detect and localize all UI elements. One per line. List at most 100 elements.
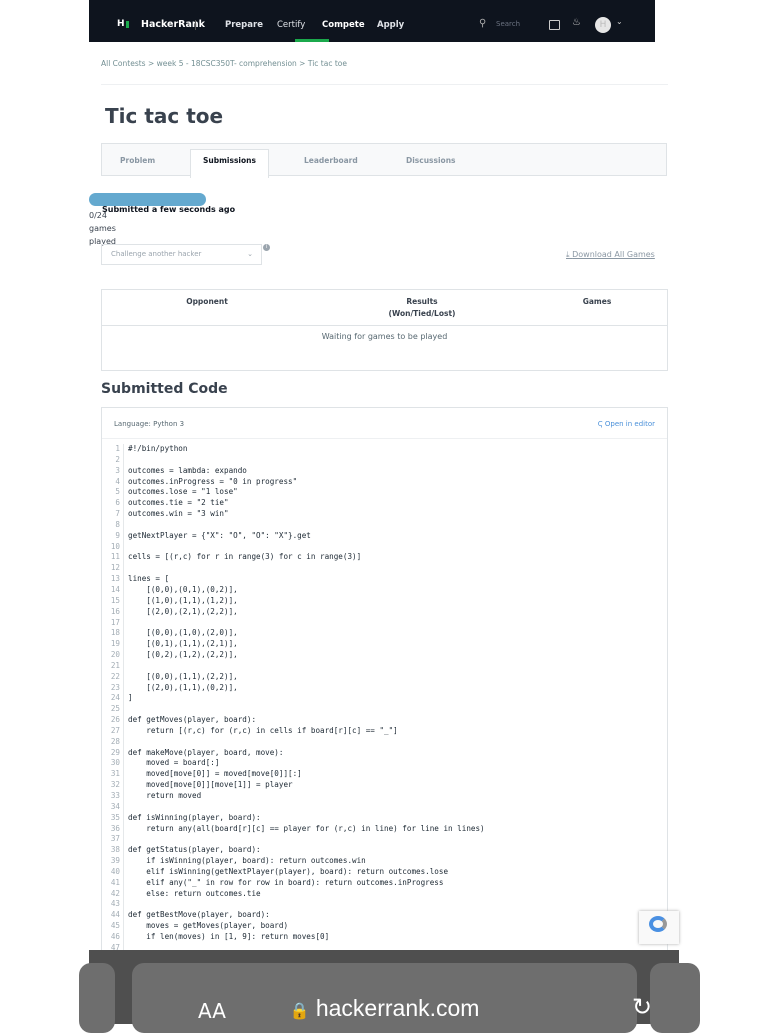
hackerrank-logo[interactable]: H <box>117 19 125 29</box>
recaptcha-badge[interactable] <box>639 911 679 944</box>
language-label: Language: Python 3 <box>114 420 185 428</box>
info-icon[interactable]: i <box>263 244 270 251</box>
chevron-down-icon: ⌄ <box>247 250 253 258</box>
nav-prepare[interactable]: Prepare <box>225 20 263 30</box>
code-text: return [(r,c) for (r,c) in cells if boar… <box>128 725 398 735</box>
code-line: 18 [(0,0),(1,0),(2,0)], <box>102 628 485 640</box>
next-tab-preview[interactable] <box>650 963 700 1033</box>
code-text: elif any("_" in row for row in board): r… <box>128 877 444 887</box>
line-number: 8 <box>102 519 124 531</box>
line-number: 26 <box>102 715 124 726</box>
bell-icon[interactable]: ♨ <box>572 17 581 28</box>
line-number: 15 <box>102 595 124 607</box>
code-line: 26 def getMoves(player, board): <box>102 715 485 726</box>
code-line: 9 getNextPlayer = {"X": "O", "O": "X"}.ge… <box>102 530 485 542</box>
line-number: 43 <box>102 899 124 911</box>
code-line: 44 def getBestMove(player, board): <box>102 910 485 922</box>
code-text: outcomes.tie = "2 tie" <box>128 498 229 508</box>
code-line: 16 [(2,0),(2,1),(2,2)], <box>102 606 485 618</box>
column-games: Games <box>582 297 612 306</box>
line-number: 5 <box>102 487 124 499</box>
line-number: 9 <box>102 530 124 542</box>
chevron-down-icon[interactable]: ⌄ <box>616 17 623 26</box>
line-number: 29 <box>102 747 124 759</box>
search-icon[interactable]: ⚲ <box>479 18 486 29</box>
messages-icon[interactable] <box>549 20 560 30</box>
code-line: 27 return [(r,c) for (r,c) in cells if b… <box>102 725 485 737</box>
code-line: 34 <box>102 801 485 813</box>
tab-leaderboard[interactable]: Leaderboard <box>304 156 358 165</box>
open-in-editor-link[interactable]: Ҁ Open in editor <box>598 420 655 428</box>
results-table: Opponent Results (Won/Tied/Lost) Games W… <box>101 289 668 371</box>
url-text: 🔒 hackerrank.com <box>132 995 637 1022</box>
url-field[interactable]: AA 🔒 hackerrank.com ↻ <box>132 963 652 1033</box>
code-line: 32 moved[move[0]][move[1]] = player <box>102 780 485 791</box>
code-line: 14 [(0,0),(0,1),(0,2)], <box>102 584 485 596</box>
code-line: 42 else: return outcomes.tie <box>102 888 485 900</box>
tab-problem[interactable]: Problem <box>120 156 155 165</box>
code-text: [(0,0),(0,1),(0,2)], <box>128 584 238 594</box>
breadcrumb[interactable]: All Contests > week 5 - 18CSC350T- compr… <box>101 59 347 68</box>
code-text: moved = board[:] <box>128 758 220 768</box>
code-line: 1 #!/bin/python <box>102 444 485 455</box>
tab-discussions[interactable]: Discussions <box>406 156 456 165</box>
line-number: 45 <box>102 921 124 932</box>
avatar[interactable]: H <box>595 17 611 33</box>
tab-bar: Problem Submissions Leaderboard Discussi… <box>101 143 667 178</box>
code-text: #!/bin/python <box>128 444 188 453</box>
download-all-games-link[interactable]: ⤓ Download All Games <box>566 250 655 260</box>
tab-submissions[interactable]: Submissions <box>190 149 269 178</box>
code-text: if isWinning(player, board): return outc… <box>128 856 366 866</box>
open-in-editor-label: Open in editor <box>604 420 655 428</box>
line-number: 24 <box>102 693 124 705</box>
line-number: 7 <box>102 509 124 520</box>
line-number: 19 <box>102 639 124 651</box>
code-text: ] <box>128 693 133 703</box>
code-text: def getBestMove(player, board): <box>128 910 270 920</box>
code-text: moved[move[0]] = moved[move[0]][:] <box>128 769 302 779</box>
code-text: outcomes = lambda: expando <box>128 465 247 475</box>
line-number: 11 <box>102 552 124 564</box>
page-title: Tic tac toe <box>105 104 224 128</box>
line-number: 2 <box>102 454 124 466</box>
browser-address-bar: AA 🔒 hackerrank.com ↻ <box>79 950 700 1033</box>
line-number: 22 <box>102 671 124 683</box>
code-line: 41 elif any("_" in row for row in board)… <box>102 877 485 889</box>
code-text: cells = [(r,c) for r in range(3) for c i… <box>128 552 362 562</box>
nav-apply[interactable]: Apply <box>377 20 404 30</box>
code-text: moves = getMoves(player, board) <box>128 921 289 931</box>
code-text: [(0,0),(1,1),(2,2)], <box>128 671 238 681</box>
code-block: 1 #!/bin/python 2 3 outcomes = lambda: expan… <box>102 444 485 954</box>
code-text: def makeMove(player, board, move): <box>128 747 284 757</box>
challenge-hacker-select[interactable]: Challenge another hacker ⌄ <box>101 244 262 265</box>
line-number: 46 <box>102 931 124 943</box>
code-line: 31 moved[move[0]] = moved[move[0]][:] <box>102 769 485 781</box>
code-line: 15 [(1,0),(1,1),(1,2)], <box>102 595 485 607</box>
code-line: 13 lines = [ <box>102 574 485 585</box>
code-text: [(2,0),(2,1),(2,2)], <box>128 606 238 616</box>
nav-compete[interactable]: Compete <box>322 20 365 30</box>
line-number: 16 <box>102 606 124 618</box>
line-number: 40 <box>102 866 124 878</box>
code-line: 22 [(0,0),(1,1),(2,2)], <box>102 671 485 683</box>
column-results: Results (Won/Tied/Lost) <box>388 297 456 318</box>
code-line: 19 [(0,1),(1,1),(2,1)], <box>102 639 485 651</box>
code-text: [(0,1),(1,1),(2,1)], <box>128 639 238 649</box>
code-text: [(0,0),(1,0),(2,0)], <box>128 628 238 638</box>
line-number: 35 <box>102 812 124 824</box>
code-line: 40 elif isWinning(getNextPlayer(player),… <box>102 866 485 878</box>
games-played-count: 0/24 games played <box>89 211 116 246</box>
line-number: 39 <box>102 856 124 867</box>
active-nav-indicator <box>295 39 329 42</box>
code-line: 8 <box>102 519 485 531</box>
line-number: 30 <box>102 758 124 770</box>
code-line: 6 outcomes.tie = "2 tie" <box>102 498 485 510</box>
code-line: 3 outcomes = lambda: expando <box>102 465 485 477</box>
code-text: elif isWinning(getNextPlayer(player), bo… <box>128 866 449 876</box>
line-number: 33 <box>102 791 124 802</box>
code-text: outcomes.inProgress = "0 in progress" <box>128 476 298 486</box>
code-line: 7 outcomes.win = "3 win" <box>102 509 485 520</box>
previous-tab-preview[interactable] <box>79 963 115 1033</box>
search-input[interactable]: Search <box>496 20 520 28</box>
nav-certify[interactable]: Certify <box>277 20 305 30</box>
